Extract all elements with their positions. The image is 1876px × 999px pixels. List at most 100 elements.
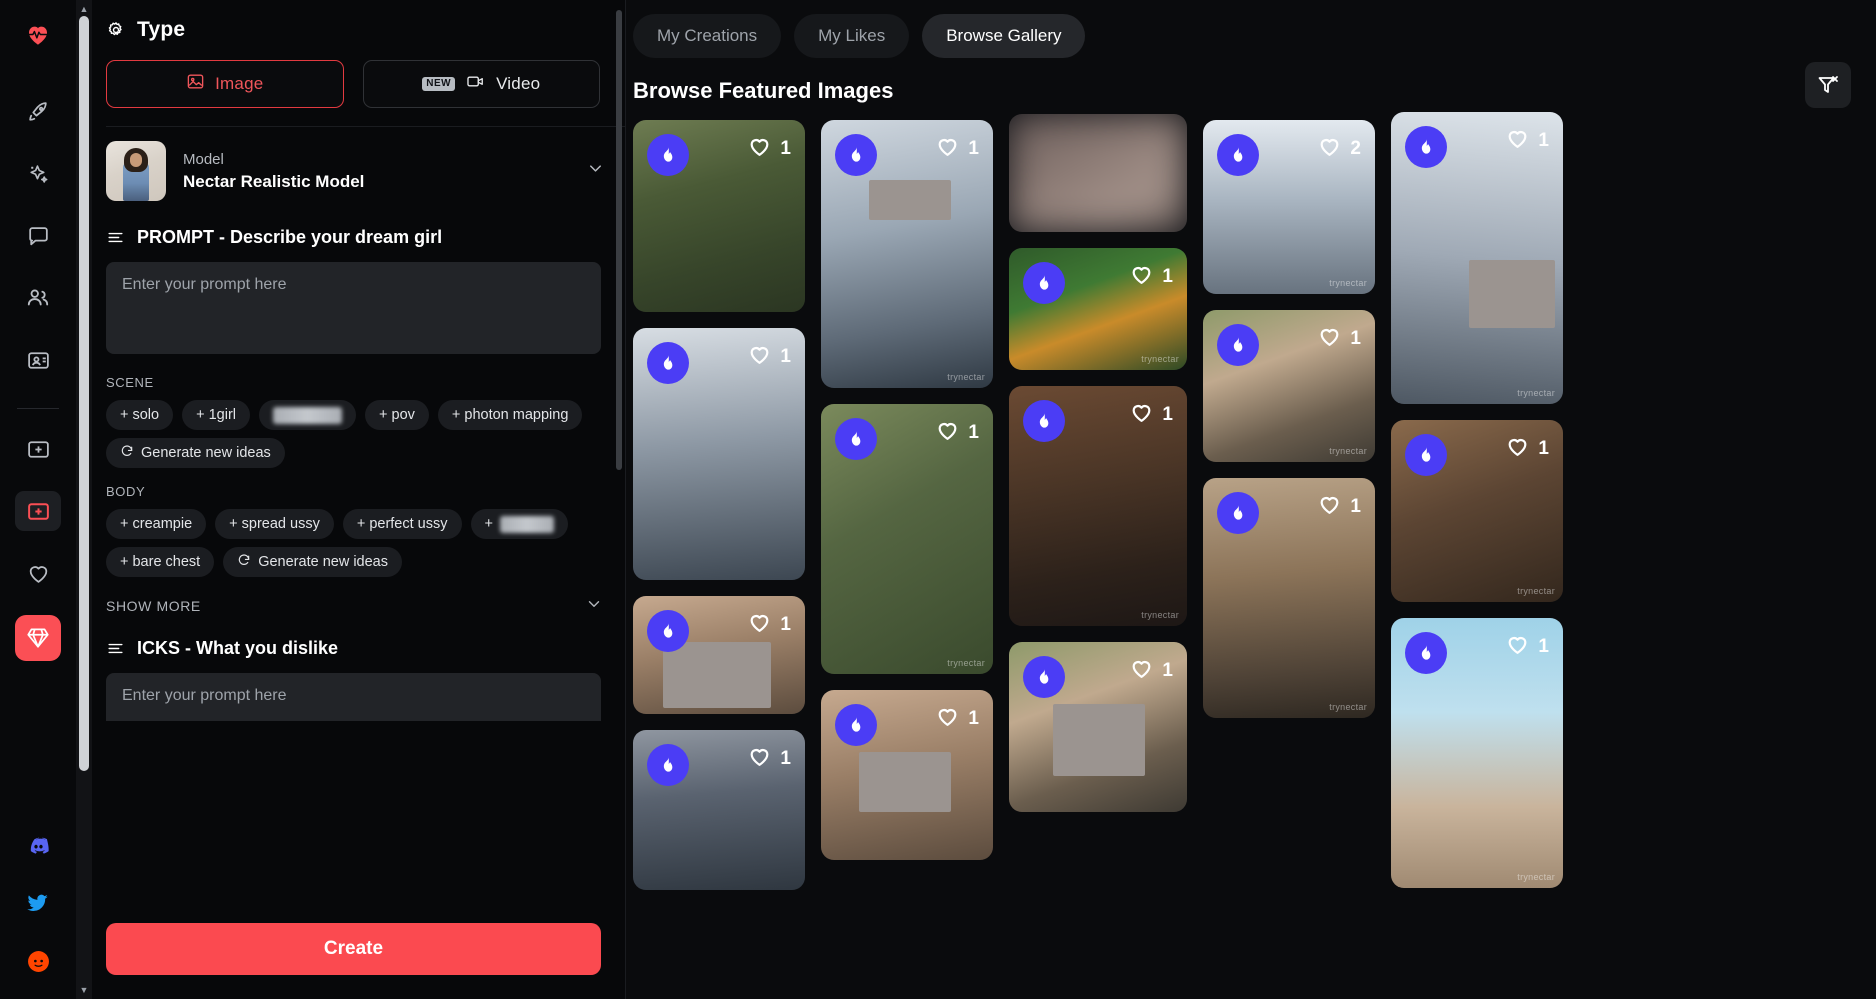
body-tag-spread[interactable]: + spread ussy (215, 509, 334, 539)
scene-tag-photon-mapping[interactable]: + photon mapping (437, 400, 583, 430)
filter-remove-icon[interactable] (1805, 62, 1851, 108)
heart-icon[interactable] (747, 744, 772, 774)
flame-badge[interactable] (1217, 324, 1259, 366)
body-tag-redacted[interactable]: + (470, 509, 568, 539)
like-badge[interactable]: 1 (747, 134, 791, 164)
gallery-card-blurred[interactable] (1009, 114, 1187, 232)
flame-badge[interactable] (835, 418, 877, 460)
rail-item-generate[interactable] (15, 154, 61, 194)
like-badge[interactable]: 2 (1317, 134, 1361, 164)
model-selector[interactable]: Model Nectar Realistic Model (92, 127, 625, 215)
tab-browse-gallery[interactable]: Browse Gallery (922, 14, 1086, 58)
scene-generate-ideas-button[interactable]: Generate new ideas (106, 438, 285, 468)
heart-icon[interactable] (1129, 262, 1154, 292)
gallery-card-white-dress[interactable]: 1 (633, 328, 805, 580)
like-badge[interactable]: 1 (935, 704, 979, 734)
heart-icon[interactable] (1505, 126, 1530, 156)
heart-icon[interactable] (1317, 324, 1342, 354)
gallery-card-forest-woman[interactable]: 1 (633, 120, 805, 312)
like-badge[interactable]: 1 (1505, 126, 1549, 156)
heart-icon[interactable] (747, 610, 772, 640)
body-tag-creampie[interactable]: + creampie (106, 509, 207, 539)
heart-icon[interactable] (935, 704, 960, 734)
gallery-card-armored-pair[interactable]: 1 trynectar (1391, 420, 1563, 602)
like-badge[interactable]: 1 (1505, 632, 1549, 662)
create-button[interactable]: Create (106, 923, 601, 975)
flame-badge[interactable] (1023, 262, 1065, 304)
like-badge[interactable]: 1 (935, 134, 979, 164)
flame-badge[interactable] (647, 610, 689, 652)
body-tag-perfect[interactable]: + perfect ussy (342, 509, 462, 539)
gallery-card-tiger-jungle[interactable]: 1 trynectar (1009, 248, 1187, 370)
reddit-link[interactable] (15, 941, 61, 981)
flame-badge[interactable] (647, 134, 689, 176)
like-badge[interactable]: 1 (1317, 492, 1361, 522)
heart-icon[interactable] (747, 342, 772, 372)
tab-my-creations[interactable]: My Creations (633, 14, 782, 58)
heart-icon[interactable] (1505, 434, 1530, 464)
gallery-card-jungle-woman[interactable]: 1 trynectar (821, 404, 993, 674)
like-badge[interactable]: 1 (1129, 656, 1173, 686)
scene-tag-redacted[interactable] (259, 400, 357, 430)
gallery-card-closeup-face[interactable]: 1 (633, 596, 805, 714)
like-badge[interactable]: 1 (935, 418, 979, 448)
flame-badge[interactable] (1405, 632, 1447, 674)
body-generate-ideas-button[interactable]: Generate new ideas (223, 547, 402, 577)
gallery-card-beach-duo[interactable]: 1 trynectar (1391, 618, 1563, 888)
like-badge[interactable]: 1 (1317, 324, 1361, 354)
scene-tag-solo[interactable]: + solo (106, 400, 174, 430)
heart-icon[interactable] (1317, 492, 1342, 522)
brand-logo[interactable] (15, 14, 61, 54)
like-badge[interactable]: 1 (747, 744, 791, 774)
type-video-button[interactable]: NEW Video (362, 60, 600, 108)
rail-item-create-active[interactable] (15, 491, 61, 531)
scroll-up-arrow[interactable]: ▲ (80, 2, 89, 16)
page-scrollbar[interactable]: ▲ ▼ (76, 0, 92, 999)
rail-item-characters[interactable] (15, 340, 61, 380)
scene-tag-1girl[interactable]: + 1girl (182, 400, 251, 430)
flame-badge[interactable] (835, 704, 877, 746)
gallery-card-portrait-eyes[interactable]: 1 (821, 690, 993, 860)
flame-badge[interactable] (1405, 434, 1447, 476)
panel-scrollbar-thumb[interactable] (616, 10, 622, 470)
discord-link[interactable] (15, 825, 61, 865)
rail-item-likes[interactable] (15, 553, 61, 593)
like-badge[interactable]: 1 (1505, 434, 1549, 464)
icks-input[interactable] (106, 673, 601, 721)
scroll-thumb[interactable] (79, 16, 89, 771)
prompt-input[interactable] (106, 262, 601, 354)
flame-badge[interactable] (647, 744, 689, 786)
gallery-card-blonde-hat[interactable]: 1 (1009, 642, 1187, 812)
gallery-card-white-shirt-airport[interactable]: 1 trynectar (1391, 112, 1563, 404)
heart-icon[interactable] (1505, 632, 1530, 662)
rail-item-create-image[interactable] (15, 429, 61, 469)
gallery-card-blonde-jacket[interactable]: 1 (633, 730, 805, 890)
heart-icon[interactable] (1129, 400, 1154, 430)
gallery-card-flight-attendant[interactable]: 2 trynectar (1203, 120, 1375, 294)
like-badge[interactable]: 1 (747, 342, 791, 372)
flame-badge[interactable] (1217, 492, 1259, 534)
scene-tag-pov[interactable]: + pov (365, 400, 429, 430)
gallery-card-samurai[interactable]: 1 trynectar (1009, 386, 1187, 626)
scroll-down-arrow[interactable]: ▼ (80, 983, 89, 997)
gallery-card-easter-basket[interactable]: 1 trynectar (1203, 310, 1375, 462)
chevron-down-icon[interactable] (585, 595, 603, 616)
heart-icon[interactable] (1317, 134, 1342, 164)
type-image-button[interactable]: Image (106, 60, 344, 108)
tab-my-likes[interactable]: My Likes (794, 14, 910, 58)
rail-item-community[interactable] (15, 278, 61, 318)
like-badge[interactable]: 1 (1129, 262, 1173, 292)
show-more-toggle[interactable]: SHOW MORE (92, 577, 625, 616)
heart-icon[interactable] (935, 134, 960, 164)
gallery-card-airport-lingerie[interactable]: 1 trynectar (821, 120, 993, 388)
twitter-link[interactable] (15, 883, 61, 923)
like-badge[interactable]: 1 (1129, 400, 1173, 430)
chevron-down-icon[interactable] (586, 159, 605, 183)
rail-item-explore[interactable] (15, 92, 61, 132)
flame-badge[interactable] (1023, 656, 1065, 698)
flame-badge[interactable] (1217, 134, 1259, 176)
flame-badge[interactable] (1405, 126, 1447, 168)
heart-icon[interactable] (1129, 656, 1154, 686)
rail-item-chat[interactable] (15, 216, 61, 256)
heart-icon[interactable] (935, 418, 960, 448)
